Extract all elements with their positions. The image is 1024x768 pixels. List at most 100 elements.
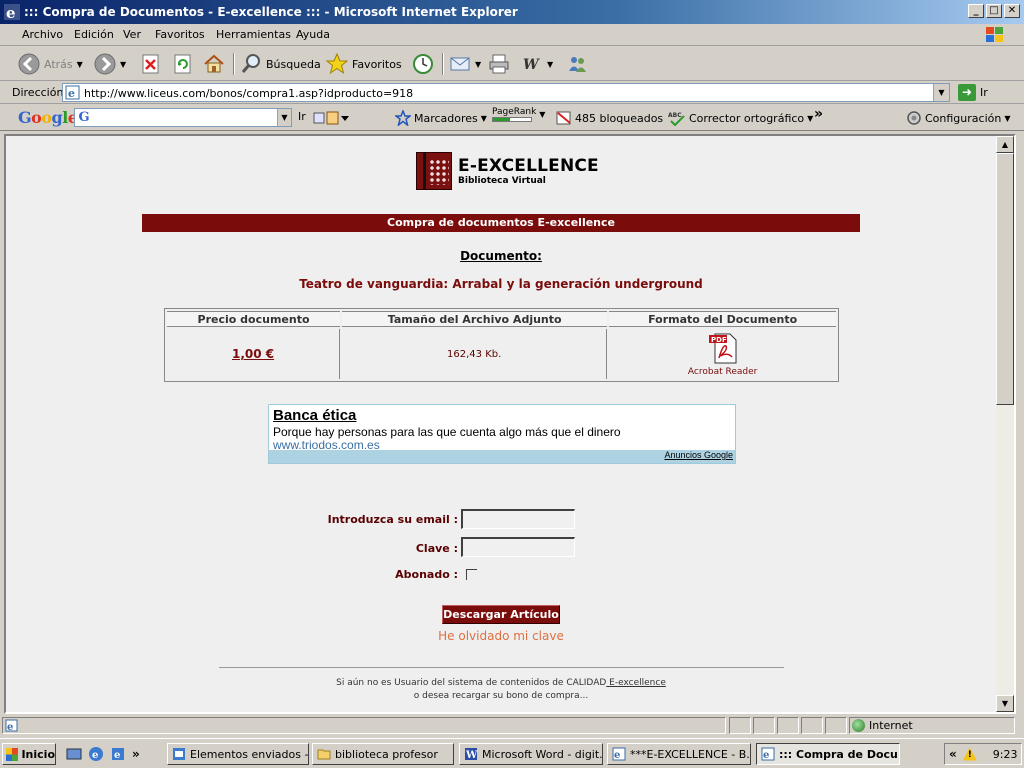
windows-flag-icon <box>6 747 19 761</box>
google-ad-box[interactable]: Banca ética Porque hay personas para las… <box>268 404 736 464</box>
status-cell <box>777 717 799 734</box>
google-go-button[interactable]: Ir <box>298 110 306 123</box>
forgot-password-link[interactable]: He olvidado mi clave <box>6 629 996 643</box>
google-logo[interactable]: Google <box>18 108 78 127</box>
vertical-scrollbar[interactable]: ▲ ▼ <box>996 136 1014 712</box>
word-task-icon: W <box>465 748 478 761</box>
print-button[interactable] <box>488 52 510 76</box>
menu-favoritos[interactable]: Favoritos <box>155 28 205 41</box>
scrollbar-thumb[interactable] <box>996 153 1014 405</box>
site-logo[interactable]: E-EXCELLENCE Biblioteca Virtual <box>416 152 599 190</box>
menu-edicion[interactable]: Edición <box>74 28 114 41</box>
menu-ver[interactable]: Ver <box>123 28 141 41</box>
ie-quicklaunch-icon[interactable]: e <box>88 746 104 762</box>
spellcheck-button[interactable]: ABC Corrector ortográfico ▼ <box>668 110 813 126</box>
svg-text:e: e <box>763 750 769 761</box>
tray-expand[interactable]: « <box>949 747 957 761</box>
go-button[interactable]: ➜ Ir <box>958 84 988 101</box>
e-excellence-link[interactable]: E-excellence <box>606 678 666 688</box>
history-button[interactable] <box>412 52 434 76</box>
favorites-button[interactable]: Favoritos <box>326 52 402 76</box>
settings-dropdown-icon: ▼ <box>1004 113 1011 123</box>
address-input[interactable]: e http://www.liceus.com/bonos/compra1.as… <box>62 83 950 102</box>
spellcheck-icon: ABC <box>668 112 685 126</box>
task-biblioteca-profesor[interactable]: biblioteca profesor <box>312 743 454 765</box>
task-word-document[interactable]: W Microsoft Word - digit... <box>459 743 603 765</box>
taskbar: Inicio e e » Elementos enviados -... bib… <box>0 738 1024 768</box>
task-sent-items[interactable]: Elementos enviados -... <box>167 743 309 765</box>
google-search-dropdown-icon[interactable]: ▼ <box>277 109 291 126</box>
history-clock-icon <box>413 54 433 74</box>
mail-dropdown-icon[interactable]: ▼ <box>475 60 481 69</box>
subscriber-label: Abonado : <box>395 568 458 581</box>
quick-launch-more[interactable]: » <box>132 747 140 761</box>
password-field[interactable] <box>461 537 575 557</box>
security-zone[interactable]: Internet <box>852 719 913 732</box>
warning-icon[interactable]: ! <box>962 747 977 761</box>
size-header: Tamaño del Archivo Adjunto <box>342 311 608 327</box>
forward-button[interactable]: ▼ <box>94 52 126 76</box>
email-field[interactable] <box>461 509 575 529</box>
forward-dropdown-icon[interactable]: ▼ <box>120 60 126 69</box>
pagerank-indicator[interactable]: PageRank ▼ <box>492 107 545 122</box>
outlook-quicklaunch-icon[interactable]: e <box>110 746 126 762</box>
stop-button[interactable] <box>140 52 162 76</box>
menu-herramientas[interactable]: Herramientas <box>216 28 291 41</box>
maximize-button[interactable]: □ <box>986 4 1002 18</box>
scroll-down-arrow-icon[interactable]: ▼ <box>996 695 1014 712</box>
bookmarks-button[interactable]: Marcadores ▼ <box>395 110 487 126</box>
scroll-up-arrow-icon[interactable]: ▲ <box>996 136 1014 153</box>
minimize-button[interactable]: _ <box>968 4 984 18</box>
task-compra-documentos[interactable]: e ::: Compra de Docu... <box>756 743 900 765</box>
back-button[interactable]: Atrás ▼ <box>18 52 83 76</box>
web-page: E-EXCELLENCE Biblioteca Virtual Compra d… <box>6 136 996 712</box>
search-button[interactable]: Búsqueda <box>240 52 321 76</box>
pdf-icon[interactable]: PDF <box>708 332 738 364</box>
messenger-people-icon <box>569 57 586 72</box>
task-e-excellence[interactable]: e ***E-EXCELLENCE - B... <box>607 743 751 765</box>
refresh-icon <box>174 54 191 74</box>
subscriber-checkbox[interactable] <box>466 569 477 580</box>
home-icon <box>204 54 224 73</box>
toolbar-separator <box>233 53 235 75</box>
divider <box>219 667 784 668</box>
format-label: Acrobat Reader <box>687 366 758 377</box>
download-article-button[interactable]: Descargar Artículo <box>442 605 560 624</box>
clock[interactable]: 9:23 <box>993 748 1018 761</box>
show-desktop-icon[interactable] <box>66 746 82 762</box>
task-label: biblioteca profesor <box>335 747 438 761</box>
home-button[interactable] <box>203 52 225 76</box>
address-dropdown-icon[interactable]: ▼ <box>933 84 949 101</box>
standard-toolbar: Atrás ▼ ▼ Búsqueda Favoritos ▼ W ▼ <box>0 47 1024 81</box>
edit-dropdown-icon[interactable]: ▼ <box>547 60 553 69</box>
task-label: Microsoft Word - digit... <box>482 747 603 761</box>
price-link[interactable]: 1,00 € <box>232 347 274 361</box>
task-label: ::: Compra de Docu... <box>779 747 900 761</box>
menu-archivo[interactable]: Archivo <box>22 28 63 41</box>
close-button[interactable]: ✕ <box>1004 4 1020 18</box>
mail-button[interactable]: ▼ <box>449 52 481 76</box>
settings-button[interactable]: Configuración ▼ <box>906 110 1011 126</box>
mail-icon <box>450 57 470 71</box>
ad-title[interactable]: Banca ética <box>273 407 356 424</box>
menu-ayuda[interactable]: Ayuda <box>296 28 330 41</box>
back-dropdown-icon[interactable]: ▼ <box>77 60 83 69</box>
status-cell <box>729 717 751 734</box>
refresh-button[interactable] <box>172 52 194 76</box>
google-search-input[interactable]: G ▼ <box>74 108 292 127</box>
more-buttons-chevron[interactable]: » <box>814 106 823 122</box>
size-cell: 162,43 Kb. <box>342 329 608 379</box>
status-bar: e Internet <box>0 715 1024 736</box>
start-button[interactable]: Inicio <box>2 743 56 765</box>
svg-text:e: e <box>114 750 120 761</box>
windows-logo-icon <box>986 27 1003 42</box>
ads-by-google-link[interactable]: Anuncios Google <box>664 450 733 460</box>
section-header: Compra de documentos E-excellence <box>142 214 860 232</box>
page-status-icon: e <box>5 719 18 733</box>
messenger-button[interactable] <box>566 52 588 76</box>
window-title-bar[interactable]: e ::: Compra de Documentos - E-excellenc… <box>0 0 1024 24</box>
google-page-info-button[interactable] <box>313 110 353 126</box>
edit-word-button[interactable]: W ▼ <box>521 52 553 76</box>
popup-blocker-button[interactable]: 485 bloqueados <box>556 110 663 126</box>
email-label: Introduzca su email : <box>327 513 458 526</box>
